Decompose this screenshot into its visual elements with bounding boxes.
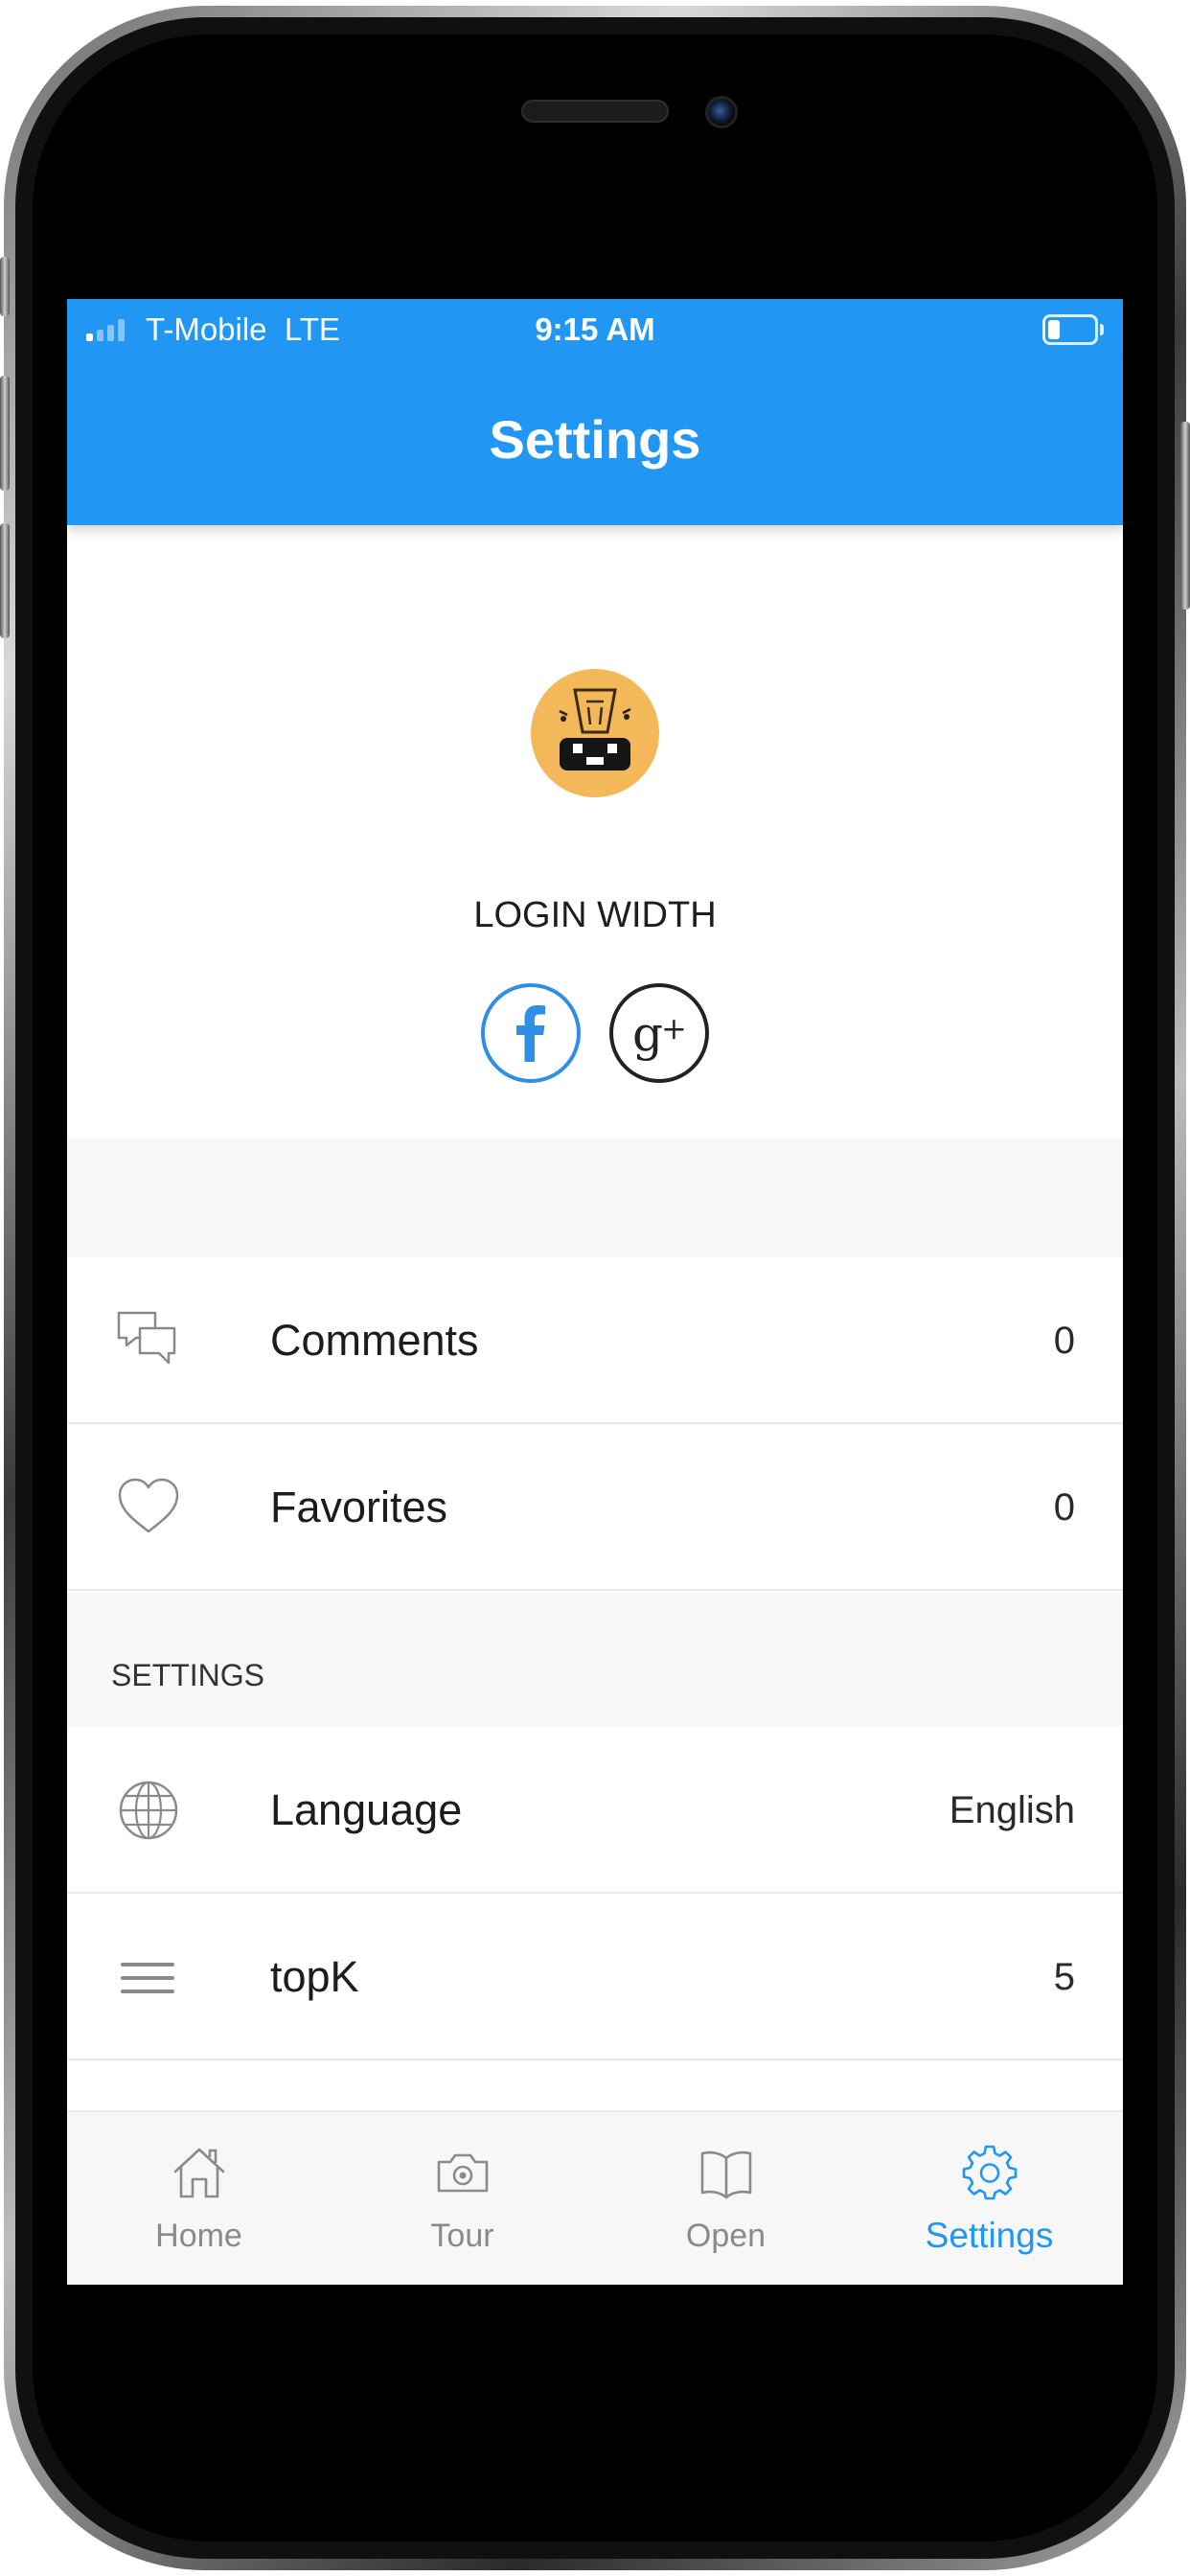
facebook-login-button[interactable]: [481, 983, 581, 1083]
navigation-bar: Settings: [67, 358, 1123, 525]
google-plus-icon: g +: [632, 1006, 687, 1062]
topk-row[interactable]: topK 5: [67, 1894, 1123, 2060]
profile-section: LOGIN WIDTH g +: [67, 525, 1123, 1138]
status-time: 9:15 AM: [535, 311, 655, 347]
favorites-count: 0: [1053, 1486, 1075, 1529]
page-title: Settings: [489, 409, 701, 470]
list-continuation: [67, 2060, 1123, 2110]
language-row[interactable]: Language English: [67, 1727, 1123, 1894]
phone-frame: T-Mobile LTE 9:15 AM Settings LOGIN WIDT…: [0, 0, 1190, 2576]
power-button: [1180, 422, 1190, 610]
menu-icon: [115, 1944, 182, 2011]
favorites-row[interactable]: Favorites 0: [67, 1424, 1123, 1591]
language-label: Language: [270, 1785, 463, 1834]
tab-tour[interactable]: Tour: [331, 2112, 594, 2285]
favorites-label: Favorites: [270, 1483, 448, 1531]
google-plus-login-button[interactable]: g +: [609, 983, 709, 1083]
comments-row[interactable]: Comments 0: [67, 1257, 1123, 1424]
globe-icon: [115, 1777, 182, 1844]
tab-open[interactable]: Open: [594, 2112, 858, 2285]
topk-label: topK: [270, 1952, 359, 2001]
tab-tour-label: Tour: [430, 2218, 494, 2254]
topk-value: 5: [1053, 1956, 1075, 1998]
svg-text:g: g: [632, 1006, 663, 1062]
tab-settings[interactable]: Settings: [858, 2112, 1121, 2285]
avatar[interactable]: [531, 669, 659, 797]
tab-bar: Home Tour Open Settings: [67, 2110, 1123, 2285]
book-icon: [698, 2145, 754, 2200]
login-with-label: LOGIN WIDTH: [473, 895, 717, 935]
comments-icon: [115, 1307, 182, 1374]
language-value: English: [949, 1789, 1075, 1831]
volume-up-button: [0, 376, 10, 491]
tab-home-label: Home: [155, 2218, 242, 2254]
mute-switch: [0, 257, 10, 316]
comments-count: 0: [1053, 1320, 1075, 1362]
app-screen: T-Mobile LTE 9:15 AM Settings LOGIN WIDT…: [67, 299, 1123, 2285]
tab-settings-label: Settings: [925, 2216, 1054, 2255]
comments-label: Comments: [270, 1316, 479, 1365]
earpiece-speaker: [521, 100, 669, 123]
section-spacer: [67, 1138, 1123, 1257]
settings-section-title: SETTINGS: [111, 1658, 265, 1692]
heart-icon: [115, 1474, 182, 1541]
status-bar: T-Mobile LTE 9:15 AM: [67, 299, 1123, 358]
cartoon-face-avatar-icon: [559, 688, 631, 770]
svg-text:+: +: [661, 1010, 687, 1046]
front-camera: [705, 96, 738, 128]
settings-section-header: SETTINGS: [67, 1593, 1123, 1727]
tab-open-label: Open: [685, 2218, 767, 2254]
camera-icon: [435, 2145, 491, 2200]
gear-icon: [962, 2145, 1018, 2200]
facebook-icon: [516, 1005, 545, 1062]
tab-home[interactable]: Home: [67, 2112, 331, 2285]
volume-down-button: [0, 523, 10, 638]
home-icon: [172, 2145, 227, 2200]
battery-icon: [1042, 314, 1104, 345]
